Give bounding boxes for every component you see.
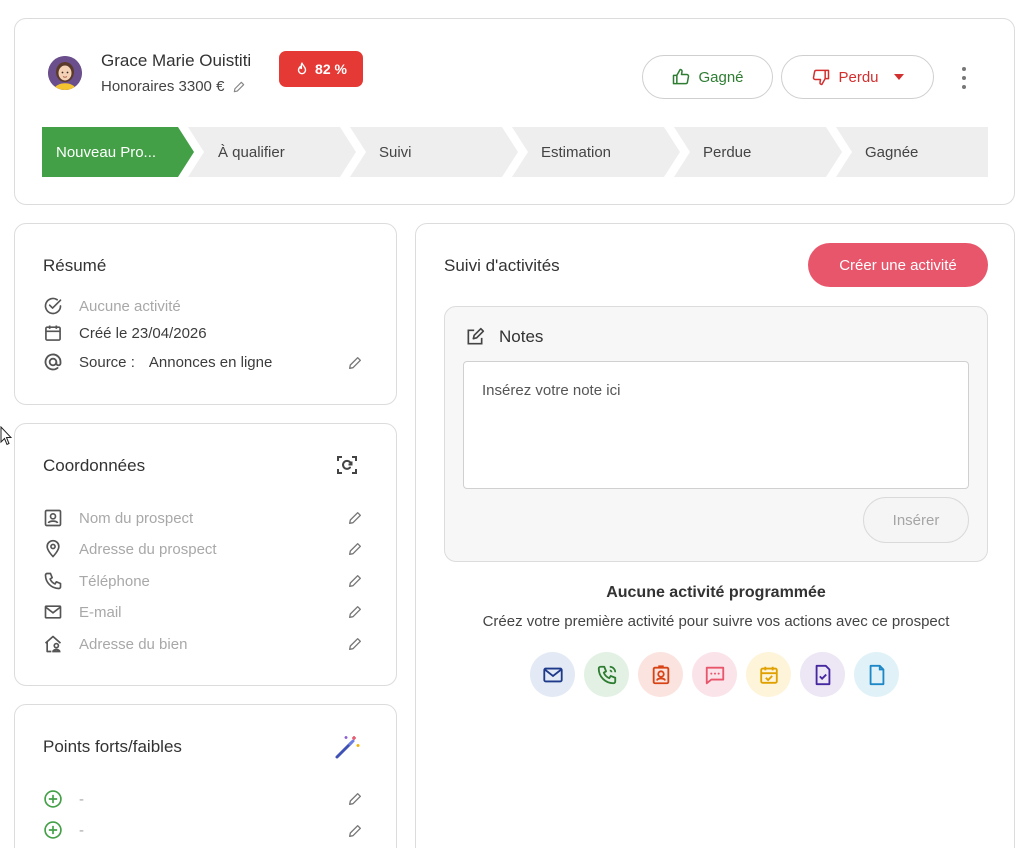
activity-type-list (530, 652, 899, 697)
source-value: Annonces en ligne (148, 353, 273, 371)
swot-item-value: - (79, 821, 84, 839)
edit-swot-icon[interactable] (347, 823, 363, 839)
prospect-address-field[interactable]: Adresse du prospect (79, 541, 217, 558)
contact-email-row: E-mail (43, 600, 122, 624)
contact-name-row: Nom du prospect (43, 506, 193, 530)
contact-property-row: Adresse du bien (43, 632, 187, 656)
location-pin-icon (43, 539, 63, 559)
edit-note-icon (465, 327, 485, 347)
edit-property-icon[interactable] (347, 636, 363, 652)
stage-new[interactable]: Nouveau Pro... (56, 127, 176, 177)
summary-activity: Aucune activité (79, 297, 181, 315)
summary-created-row: Créé le 23/04/2026 (43, 321, 207, 345)
swot-item-row: - (43, 818, 84, 842)
check-circle-icon (43, 296, 63, 316)
document-icon[interactable] (854, 652, 899, 697)
edit-address-icon[interactable] (347, 541, 363, 557)
edit-source-icon[interactable] (347, 355, 363, 371)
prospect-header-card: Grace Marie Ouistiti Honoraires 3300 € 8… (14, 18, 1015, 205)
property-address-field[interactable]: Adresse du bien (79, 636, 187, 653)
plus-circle-icon (43, 820, 63, 840)
edit-swot-icon[interactable] (347, 791, 363, 807)
edit-name-icon[interactable] (347, 510, 363, 526)
lost-label: Perdu (838, 68, 879, 86)
home-person-icon (43, 634, 63, 654)
id-card-icon (43, 508, 63, 528)
won-button[interactable]: Gagné (642, 55, 773, 99)
more-options-icon[interactable] (958, 67, 970, 89)
task-icon[interactable] (746, 652, 791, 697)
stage-followup[interactable]: Suivi (379, 127, 499, 177)
summary-activity-row: Aucune activité (43, 294, 181, 318)
fee-label: Honoraires 3300 € (101, 78, 225, 95)
summary-title: Résumé (43, 256, 107, 275)
empty-state-subtitle: Créez votre première activité pour suivr… (482, 613, 950, 630)
phone-field[interactable]: Téléphone (79, 573, 150, 590)
contact-card: Coordonnées Nom du prospect Adresse du p… (14, 423, 397, 686)
summary-source-row: Source : Annonces en ligne (43, 350, 272, 374)
thumbs-down-icon (811, 67, 831, 87)
contact-phone-row: Téléphone (43, 569, 150, 593)
email-field[interactable]: E-mail (79, 604, 122, 621)
call-icon[interactable] (584, 652, 629, 697)
stage-won[interactable]: Gagnée (865, 127, 985, 177)
note-textarea[interactable] (463, 361, 969, 489)
summary-card: Résumé Aucune activité Créé le 23/04/202… (14, 223, 397, 405)
fire-icon (295, 62, 309, 76)
activity-title: Suivi d'activités (444, 256, 560, 275)
meeting-icon[interactable] (638, 652, 683, 697)
create-activity-button[interactable]: Créer une activité (808, 243, 988, 287)
at-sign-icon (43, 352, 63, 372)
swot-item-row: - (43, 787, 84, 811)
caret-down-icon (893, 74, 904, 80)
score-badge: 82 % (279, 51, 363, 87)
lost-button[interactable]: Perdu (781, 55, 934, 99)
strengths-weaknesses-card: Points forts/faibles - - (14, 704, 397, 848)
document-check-icon[interactable] (800, 652, 845, 697)
stage-lost[interactable]: Perdue (703, 127, 823, 177)
prospect-name-field[interactable]: Nom du prospect (79, 510, 193, 527)
pipeline-shapes (42, 127, 988, 177)
email-icon[interactable] (530, 652, 575, 697)
plus-circle-icon (43, 789, 63, 809)
source-label: Source : (79, 353, 135, 371)
activity-card: Suivi d'activités Créer une activité Not… (415, 223, 1015, 848)
notes-title: Notes (499, 327, 544, 346)
score-value: 82 % (315, 61, 347, 77)
sms-icon[interactable] (692, 652, 737, 697)
contact-title: Coordonnées (43, 456, 146, 475)
insert-note-button[interactable]: Insérer (863, 497, 969, 543)
swot-title: Points forts/faibles (43, 737, 182, 756)
swot-item-value: - (79, 790, 84, 808)
calendar-icon (43, 323, 63, 343)
stage-estimate[interactable]: Estimation (541, 127, 661, 177)
magic-wand-icon[interactable] (333, 733, 361, 761)
empty-state-title: Aucune activité programmée (606, 584, 826, 601)
edit-fee-icon[interactable] (232, 80, 246, 94)
fee-row: Honoraires 3300 € (101, 78, 246, 95)
stage-qualify[interactable]: À qualifier (218, 127, 338, 177)
prospect-name: Grace Marie Ouistiti (101, 51, 252, 70)
thumbs-up-icon (671, 67, 691, 87)
phone-icon (43, 571, 63, 591)
notes-header: Notes (465, 327, 543, 347)
mouse-cursor-icon (0, 426, 12, 446)
avatar (48, 56, 82, 90)
summary-created: Créé le 23/04/2026 (79, 324, 207, 342)
pipeline-stages: Nouveau Pro... À qualifier Suivi Estimat… (42, 127, 988, 177)
notes-panel: Notes Insérer (444, 306, 988, 562)
contact-address-row: Adresse du prospect (43, 537, 217, 561)
edit-phone-icon[interactable] (347, 573, 363, 589)
edit-email-icon[interactable] (347, 604, 363, 620)
mail-icon (43, 602, 63, 622)
won-label: Gagné (698, 68, 744, 86)
scan-icon[interactable] (335, 453, 359, 477)
